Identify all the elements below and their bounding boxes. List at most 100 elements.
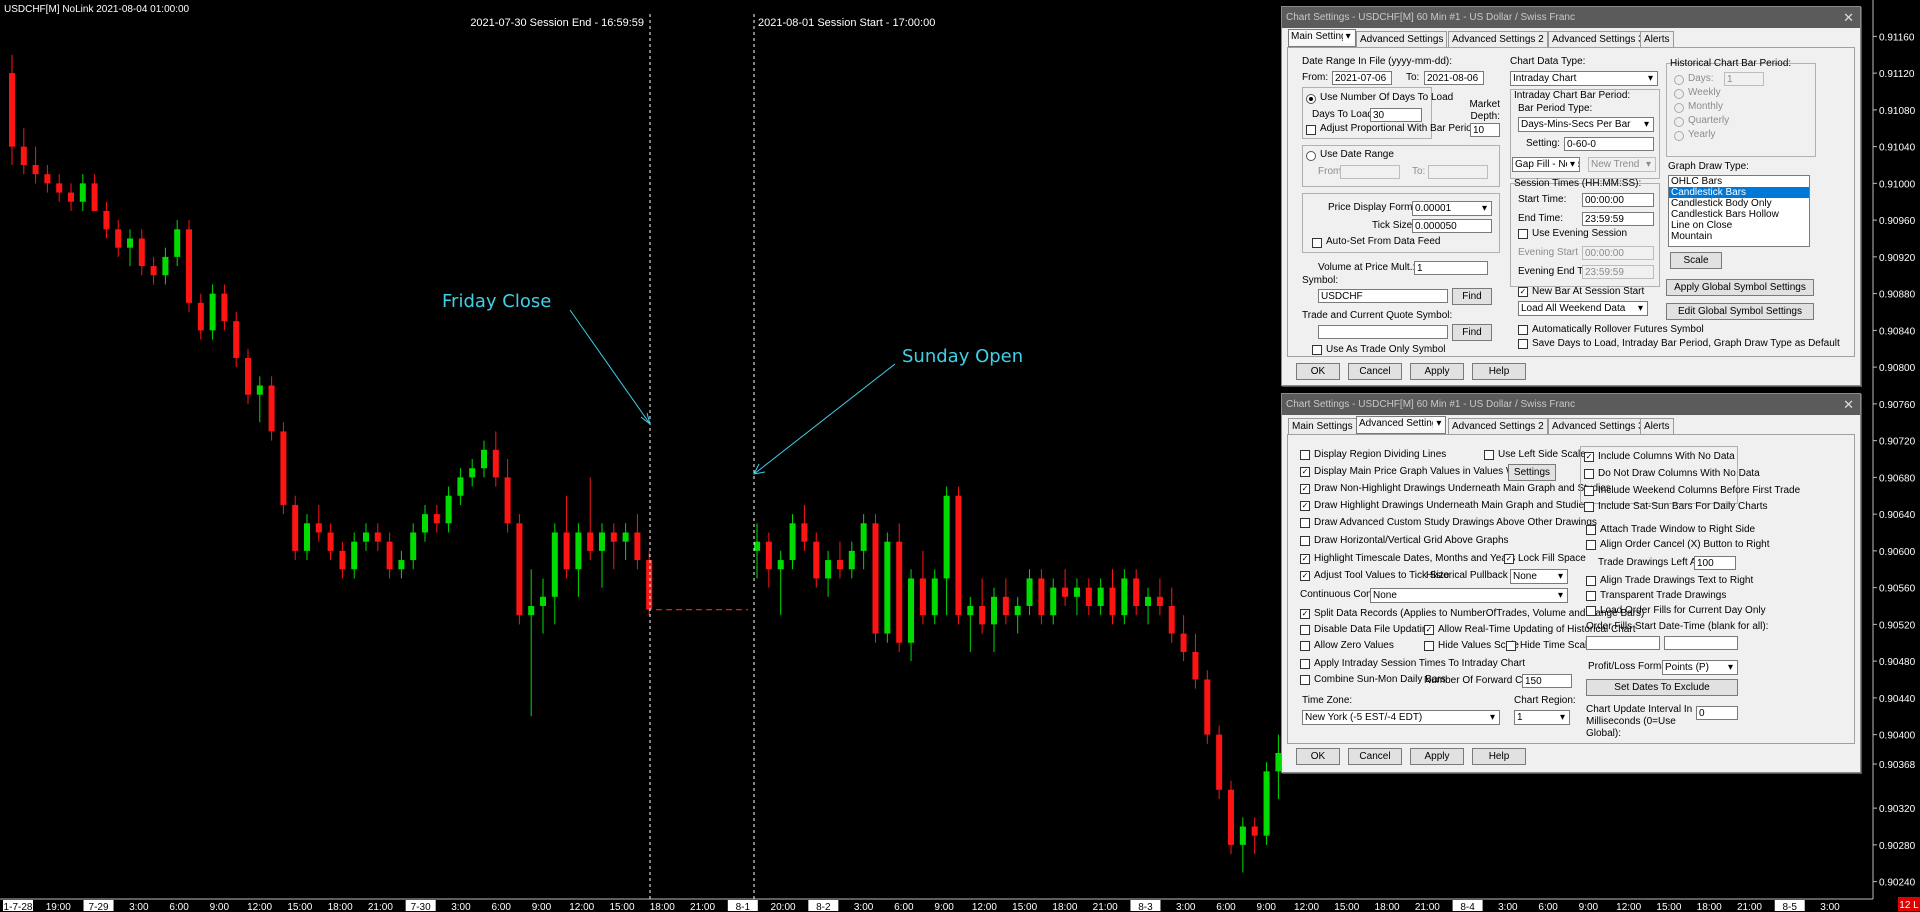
gap-fill-select[interactable]: Gap Fill - None [1512, 157, 1580, 172]
trade-quote-field[interactable] [1318, 325, 1448, 339]
list-item-selected[interactable]: Candlestick Bars [1669, 187, 1809, 198]
apply-button[interactable]: Apply [1410, 748, 1464, 765]
adjust-tool-values-checkbox[interactable] [1300, 571, 1310, 581]
help-button[interactable]: Help [1472, 748, 1526, 765]
allow-zero-checkbox[interactable] [1300, 641, 1310, 651]
align-cancel-checkbox[interactable] [1586, 540, 1596, 550]
date-range-from-field[interactable] [1340, 165, 1400, 179]
highlight-timescale-checkbox[interactable] [1300, 554, 1310, 564]
use-date-range-radio[interactable] [1306, 151, 1316, 161]
help-button[interactable]: Help [1472, 363, 1526, 380]
list-item[interactable]: OHLC Bars [1669, 176, 1809, 187]
setting-field[interactable]: 0-60-0 [1564, 137, 1654, 151]
evening-end-field[interactable]: 23:59:59 [1582, 265, 1654, 279]
ok-button[interactable]: OK [1296, 363, 1340, 380]
scale-button[interactable]: Scale [1670, 252, 1722, 269]
ok-button[interactable]: OK [1296, 748, 1340, 765]
main-price-values-checkbox[interactable] [1300, 467, 1310, 477]
save-defaults-checkbox[interactable] [1518, 339, 1528, 349]
tab-advanced-settings-3[interactable]: Advanced Settings 3 [1548, 418, 1648, 434]
date-range-to-field[interactable] [1428, 165, 1488, 179]
start-time-field[interactable]: 00:00:00 [1582, 193, 1654, 207]
tab-main-settings[interactable]: Main Settings [1288, 29, 1356, 47]
apply-global-button[interactable]: Apply Global Symbol Settings [1666, 279, 1814, 296]
dialog-title-bar[interactable]: Chart Settings - USDCHF[M] 60 Min #1 - U… [1282, 394, 1860, 415]
dialog-title-bar[interactable]: Chart Settings - USDCHF[M] 60 Min #1 - U… [1282, 7, 1860, 28]
to-date-field[interactable]: 2021-08-06 [1424, 71, 1484, 85]
hist-yearly-radio[interactable] [1674, 131, 1684, 141]
use-evening-checkbox[interactable] [1518, 229, 1528, 239]
list-item[interactable]: Line on Close [1669, 220, 1809, 231]
tick-size-field[interactable]: 0.000050 [1412, 219, 1492, 233]
tab-advanced-settings[interactable]: Advanced Settings [1356, 31, 1448, 47]
list-item[interactable]: Candlestick Body Only [1669, 198, 1809, 209]
tab-alerts[interactable]: Alerts [1640, 31, 1674, 47]
advanced-study-drawings-checkbox[interactable] [1300, 518, 1310, 528]
close-icon[interactable]: ✕ [1843, 394, 1854, 415]
cancel-button[interactable]: Cancel [1348, 363, 1402, 380]
tab-advanced-settings-3[interactable]: Advanced Settings 3 [1548, 31, 1648, 47]
settings-button[interactable]: Settings [1508, 464, 1556, 481]
tab-advanced-settings[interactable]: Advanced Settings [1356, 416, 1447, 434]
weekend-data-select[interactable]: Load All Weekend Data [1518, 301, 1648, 316]
weekend-columns-checkbox[interactable] [1584, 486, 1594, 496]
from-date-field[interactable]: 2021-07-06 [1332, 71, 1392, 85]
set-dates-exclude-button[interactable]: Set Dates To Exclude [1586, 679, 1738, 696]
cancel-button[interactable]: Cancel [1348, 748, 1402, 765]
edit-global-button[interactable]: Edit Global Symbol Settings [1666, 303, 1814, 320]
pl-format-select[interactable]: Points (P) [1662, 660, 1738, 675]
highlight-drawings-checkbox[interactable] [1300, 501, 1310, 511]
tab-main-settings[interactable]: Main Settings [1288, 418, 1357, 434]
combine-sun-mon-checkbox[interactable] [1300, 675, 1310, 685]
hist-days-radio[interactable] [1674, 75, 1684, 85]
region-dividing-checkbox[interactable] [1300, 450, 1310, 460]
include-columns-checkbox[interactable] [1584, 452, 1594, 462]
hide-time-checkbox[interactable] [1506, 641, 1516, 651]
new-bar-session-checkbox[interactable] [1518, 287, 1528, 297]
load-order-fills-checkbox[interactable] [1586, 606, 1596, 616]
new-trend-bar-select[interactable]: New Trend Bar V [1588, 157, 1656, 172]
use-trade-only-checkbox[interactable] [1312, 345, 1322, 355]
transparent-drawings-checkbox[interactable] [1586, 591, 1596, 601]
lock-fill-checkbox[interactable] [1504, 554, 1514, 564]
apply-button[interactable]: Apply [1410, 363, 1464, 380]
align-text-right-checkbox[interactable] [1586, 576, 1596, 586]
auto-rollover-checkbox[interactable] [1518, 325, 1528, 335]
apply-intraday-checkbox[interactable] [1300, 659, 1310, 669]
use-days-radio[interactable] [1306, 94, 1316, 104]
forward-columns-field[interactable]: 150 [1522, 674, 1572, 688]
disable-updating-checkbox[interactable] [1300, 625, 1310, 635]
left-scale-checkbox[interactable] [1484, 450, 1494, 460]
market-depth-field[interactable]: 10 [1470, 123, 1500, 137]
split-records-checkbox[interactable] [1300, 609, 1310, 619]
update-interval-field[interactable]: 0 [1696, 706, 1738, 720]
find-quote-button[interactable]: Find [1452, 324, 1492, 341]
hist-monthly-radio[interactable] [1674, 103, 1684, 113]
hist-pullback-select[interactable]: None [1510, 569, 1568, 584]
allow-realtime-checkbox[interactable] [1424, 625, 1434, 635]
volume-mult-field[interactable]: 1 [1414, 261, 1488, 275]
end-time-field[interactable]: 23:59:59 [1582, 212, 1654, 226]
bar-period-type-select[interactable]: Days-Mins-Secs Per Bar [1518, 117, 1654, 132]
non-highlight-drawings-checkbox[interactable] [1300, 484, 1310, 494]
order-fills-time-field[interactable] [1664, 636, 1738, 650]
chart-data-type-select[interactable]: Intraday Chart [1510, 71, 1658, 86]
tab-alerts[interactable]: Alerts [1640, 418, 1674, 434]
list-item[interactable]: Candlestick Bars Hollow [1669, 209, 1809, 220]
sat-sun-bars-checkbox[interactable] [1584, 502, 1594, 512]
price-format-select[interactable]: 0.00001 [1412, 201, 1492, 216]
graph-draw-type-list[interactable]: OHLC Bars Candlestick Bars Candlestick B… [1668, 175, 1810, 247]
evening-start-field[interactable]: 00:00:00 [1582, 246, 1654, 260]
order-fills-date-field[interactable] [1586, 636, 1660, 650]
find-symbol-button[interactable]: Find [1452, 288, 1492, 305]
auto-set-checkbox[interactable] [1312, 238, 1322, 248]
no-draw-columns-checkbox[interactable] [1584, 469, 1594, 479]
continuous-contract-select[interactable]: None [1370, 588, 1568, 603]
days-to-load-field[interactable]: 30 [1370, 108, 1422, 122]
hide-values-checkbox[interactable] [1424, 641, 1434, 651]
time-zone-select[interactable]: New York (-5 EST/-4 EDT) [1302, 710, 1500, 725]
trade-left-align-field[interactable]: 100 [1694, 556, 1736, 570]
chart-region-select[interactable]: 1 [1514, 710, 1570, 725]
list-item[interactable]: Mountain [1669, 231, 1809, 242]
hist-quarterly-radio[interactable] [1674, 117, 1684, 127]
